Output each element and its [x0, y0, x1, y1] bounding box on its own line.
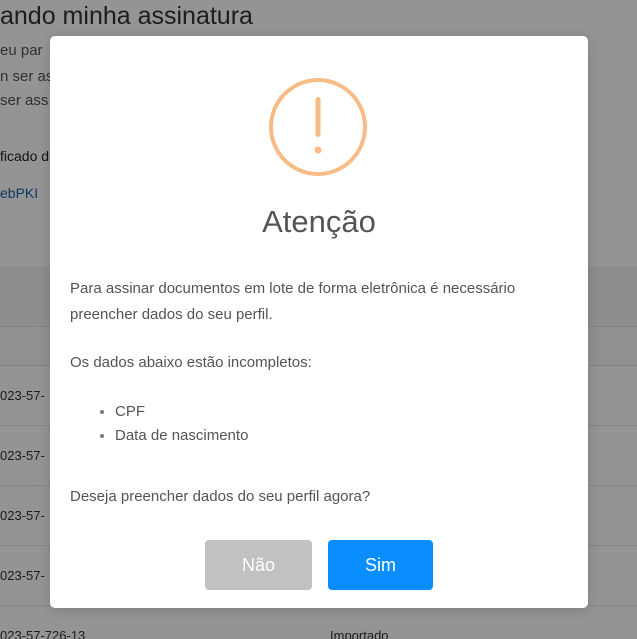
dialog-title: Atenção — [262, 204, 376, 239]
page: ando minha assinatura eu par n ser as se… — [0, 0, 637, 639]
list-item: CPF — [115, 400, 248, 424]
incomplete-label: Os dados abaixo estão incompletos: — [70, 354, 312, 371]
question-text: Deseja preencher dados do seu perfil ago… — [70, 488, 371, 505]
intro-text: Para assinar documentos em lote de forma… — [70, 280, 516, 323]
list-item: Data de nascimento — [115, 424, 248, 448]
no-button[interactable]: Não — [205, 540, 312, 590]
missing-fields-list: CPF Data de nascimento — [70, 400, 248, 448]
warning-icon — [269, 78, 367, 176]
yes-button[interactable]: Sim — [328, 540, 433, 590]
attention-dialog: Atenção Para assinar documentos em lote … — [50, 36, 588, 608]
